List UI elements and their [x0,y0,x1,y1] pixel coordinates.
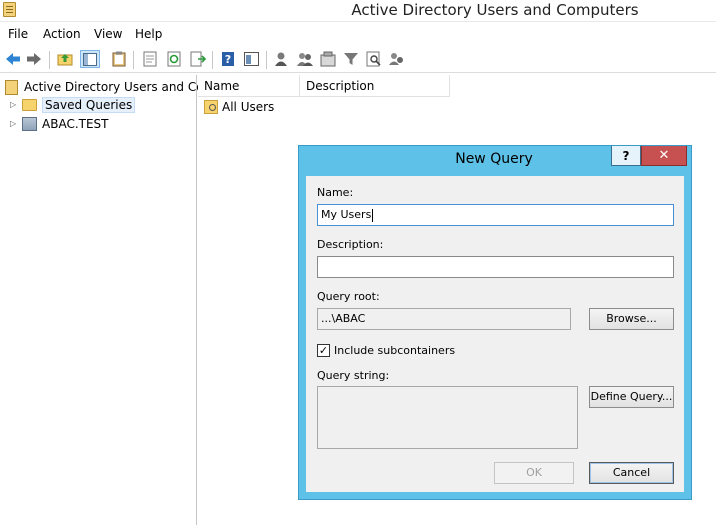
name-field-value: My Users [321,208,372,221]
query-string-label: Query string: [317,369,390,382]
console-root-icon [5,79,18,95]
clipboard-icon[interactable] [110,50,128,68]
tree-item-saved-queries[interactable]: ▷ Saved Queries [10,96,136,114]
tree-root-label: Active Directory Users and Com [24,80,216,94]
toolbar-separator [212,51,213,69]
query-string-field [317,386,578,449]
list-item-name: All Users [222,100,275,114]
window-title: Active Directory Users and Computers [351,1,639,19]
ok-button[interactable]: OK [494,462,574,484]
menu-bar: File Action View Help [0,24,716,46]
toolbar-separator [266,51,267,69]
name-field[interactable]: My Users [317,204,674,226]
tree-item-label: ABAC.TEST [42,117,109,131]
text-caret [372,208,374,222]
forward-arrow-icon[interactable] [25,50,43,68]
console-icon[interactable] [242,50,260,68]
export-icon[interactable] [189,50,207,68]
browse-button[interactable]: Browse... [589,308,674,330]
description-label: Description: [317,238,384,251]
folder-icon [22,99,37,111]
new-query-dialog: New Query ? ✕ Name: My Users Description… [298,145,692,500]
cancel-button[interactable]: Cancel [589,462,674,484]
tree-item-label: Saved Queries [42,97,136,113]
help-icon[interactable]: ? [219,50,237,68]
expand-arrow-icon[interactable]: ▷ [10,101,18,109]
new-ou-icon[interactable] [319,50,337,68]
menu-file[interactable]: File [8,27,28,41]
filter-icon[interactable] [342,50,360,68]
toolbar-separator [133,51,134,69]
domain-icon [22,117,37,131]
menu-action[interactable]: Action [43,27,81,41]
help-button[interactable]: ? [611,146,641,166]
header-divider [198,96,450,97]
back-arrow-icon[interactable] [4,50,22,68]
export-list-icon[interactable] [141,50,159,68]
refresh-icon[interactable] [165,50,183,68]
name-label: Name: [317,186,354,199]
column-header-description[interactable]: Description [300,75,450,96]
include-subcontainers-checkbox[interactable]: ✓ [317,344,330,357]
menu-view[interactable]: View [94,27,122,41]
up-folder-icon[interactable] [56,50,74,68]
find-icon[interactable] [365,50,383,68]
dialog-body: Name: My Users Description: Query root: … [306,176,684,492]
new-user-icon[interactable] [273,50,291,68]
column-header-name[interactable]: Name [198,75,300,96]
query-root-label: Query root: [317,290,380,303]
svg-text:?: ? [225,53,231,66]
new-group-icon[interactable] [296,50,314,68]
include-subcontainers-label: Include subcontainers [334,344,456,357]
expand-arrow-icon[interactable]: ▷ [10,120,18,128]
saved-query-icon [204,100,218,114]
define-query-button[interactable]: Define Query... [589,386,674,408]
add-to-group-icon[interactable] [388,50,406,68]
tree-root-item[interactable]: Active Directory Users and Com [5,78,215,96]
show-hide-tree-icon[interactable] [80,50,100,68]
tree-item-domain[interactable]: ▷ ABAC.TEST [10,115,109,133]
query-root-field: ...\ABAC [317,308,571,330]
description-field[interactable] [317,256,674,278]
menu-help[interactable]: Help [135,27,162,41]
close-button[interactable]: ✕ [641,146,687,166]
window-titlebar: Active Directory Users and Computers [0,0,716,22]
toolbar-separator [49,51,50,69]
toolbar: ? [0,47,716,73]
list-item[interactable]: All Users [204,98,274,116]
app-icon[interactable] [3,2,16,17]
console-tree: Active Directory Users and Com ▷ Saved Q… [0,75,215,525]
